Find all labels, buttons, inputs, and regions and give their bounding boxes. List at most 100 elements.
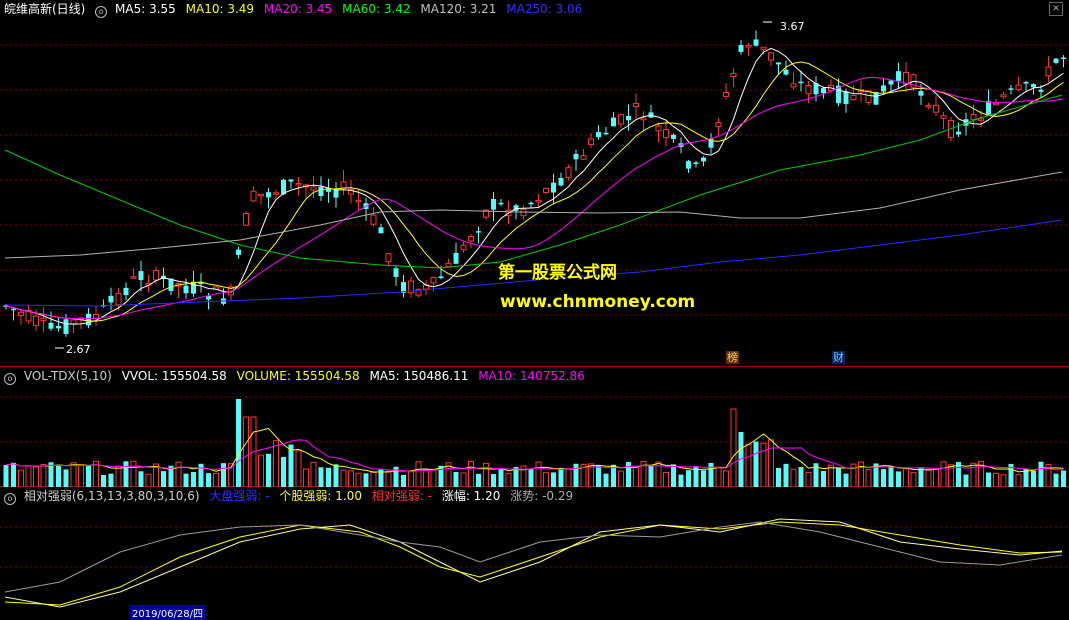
- candle-body-down: [603, 132, 609, 135]
- candle-body-up: [130, 276, 137, 279]
- candle-body-up: [40, 317, 47, 322]
- volume-bar-down: [573, 463, 579, 487]
- candle-body-up: [760, 46, 767, 50]
- volume-bar-down: [963, 474, 969, 487]
- volume-bar-up: [175, 461, 182, 487]
- rs-settings-icon[interactable]: o: [4, 493, 16, 505]
- candle-body-up: [925, 105, 932, 108]
- candle-body-down: [873, 92, 879, 105]
- candle-body-down: [48, 322, 54, 329]
- candle-body-down: [776, 62, 781, 65]
- vol-ma5-label: MA5: 150486.11: [369, 369, 469, 383]
- date-axis: 2019/06/28/四: [0, 605, 1069, 620]
- volume-bar-up: [715, 466, 722, 487]
- volume-bar-up: [348, 470, 354, 487]
- candle-body-up: [273, 192, 279, 195]
- candle-body-up: [978, 118, 984, 121]
- candle-body-up: [258, 193, 264, 197]
- zhangfu-label: 涨幅: 1.20: [441, 489, 501, 503]
- candle-body-down: [551, 182, 556, 193]
- candle-body-up: [340, 181, 347, 189]
- volume-bar-up: [565, 468, 572, 487]
- candle-body-down: [573, 153, 579, 160]
- candle-body-down: [1023, 81, 1029, 84]
- volume-bar-up: [130, 460, 137, 487]
- candle-body-down: [183, 285, 189, 294]
- volume-bar-down: [888, 466, 894, 487]
- volume-bar-up: [745, 443, 752, 487]
- volume-bar-down: [1031, 470, 1036, 487]
- settings-circle-icon[interactable]: o: [95, 6, 108, 18]
- volume-bar-up: [258, 454, 264, 487]
- candle-body-down: [378, 227, 384, 234]
- candle-body-up: [243, 212, 249, 226]
- candle-body-up: [1045, 66, 1052, 77]
- candle-body-up: [33, 315, 39, 326]
- candle-body-down: [168, 278, 174, 291]
- volume-bar-down: [836, 467, 841, 487]
- candle-body-down: [138, 271, 144, 281]
- volume-bar-down: [783, 463, 789, 487]
- volume-bar-up: [1000, 474, 1007, 487]
- volume-bar-down: [881, 469, 886, 487]
- volume-label: VOLUME: 155504.58: [236, 369, 360, 383]
- zhangshi-label: 涨势: -0.29: [510, 489, 574, 503]
- xiangdui-label: 相对强弱: -: [371, 489, 432, 503]
- volume-bar-down: [11, 462, 16, 487]
- volume-bar-up: [790, 468, 797, 487]
- volume-bar-up: [370, 471, 377, 487]
- volume-bar-down: [281, 456, 286, 487]
- volume-bar-down: [678, 474, 684, 487]
- selected-date[interactable]: 2019/06/28/四: [130, 605, 206, 620]
- rs-pane-header: o 相对强弱(6,13,13,3,80,3,10,6) 大盘强弱: - 个股强弱…: [4, 489, 579, 505]
- volume-bar-up: [618, 470, 624, 487]
- candle-body-up: [535, 200, 542, 203]
- candle-body-down: [1031, 84, 1036, 88]
- volume-bar-up: [340, 469, 347, 487]
- volume-bar-down: [318, 467, 324, 487]
- volume-bar-up: [385, 470, 392, 487]
- volume-bar-up: [295, 450, 302, 487]
- candle-body-up: [633, 103, 639, 108]
- zhangshi-line: [4, 521, 1063, 593]
- low-price-label: 2.67: [66, 343, 91, 356]
- volume-bar-down: [401, 474, 406, 487]
- volume-bar-down: [776, 467, 781, 487]
- volume-bar-down: [63, 469, 69, 487]
- event-marker-bang[interactable]: 榜: [726, 351, 739, 364]
- volume-settings-icon[interactable]: o: [4, 373, 16, 385]
- event-marker-cai[interactable]: 财: [832, 351, 845, 364]
- volume-bar-down: [558, 467, 564, 487]
- candle-body-down: [888, 80, 894, 85]
- volume-pane[interactable]: o VOL-TDX(5,10) VVOL: 155504.58 VOLUME: …: [0, 367, 1069, 487]
- candle-body-down: [738, 44, 744, 52]
- volume-bar-up: [213, 472, 219, 487]
- volume-bar-down: [108, 473, 114, 487]
- volume-bar-up: [423, 469, 429, 487]
- volume-bar-down: [918, 468, 924, 487]
- volume-bar-down: [326, 467, 331, 487]
- candle-body-up: [1000, 94, 1007, 98]
- volume-bar-down: [206, 473, 211, 487]
- ma20-label: MA20: 3.45: [263, 2, 333, 16]
- ma60-label: MA60: 3.42: [342, 2, 411, 16]
- candle-body-down: [783, 69, 789, 75]
- volume-bar-up: [633, 465, 639, 487]
- volume-bar-down: [1038, 461, 1044, 487]
- relative-strength-pane[interactable]: o 相对强弱(6,13,13,3,80,3,10,6) 大盘强弱: - 个股强弱…: [0, 487, 1069, 617]
- candle-body-down: [986, 101, 991, 115]
- volume-bar-up: [858, 461, 864, 487]
- price-pane-header: 皖维高新(日线) o MA5: 3.55 MA10: 3.49 MA20: 3.…: [4, 2, 588, 18]
- volume-bar-down: [101, 474, 106, 487]
- volume-bar-down: [843, 473, 849, 487]
- gegu-strength-line: [4, 521, 1063, 606]
- price-pane[interactable]: 皖维高新(日线) o MA5: 3.55 MA10: 3.49 MA20: 3.…: [0, 0, 1069, 367]
- close-icon[interactable]: ✕: [1049, 2, 1063, 16]
- volume-chart: [0, 396, 1069, 487]
- volume-bar-down: [161, 471, 166, 487]
- candle-body-up: [445, 262, 452, 268]
- candle-body-up: [468, 236, 474, 242]
- candle-body-down: [1008, 88, 1014, 90]
- ma10-label: MA10: 3.49: [185, 2, 255, 16]
- volume-bar-up: [865, 468, 872, 487]
